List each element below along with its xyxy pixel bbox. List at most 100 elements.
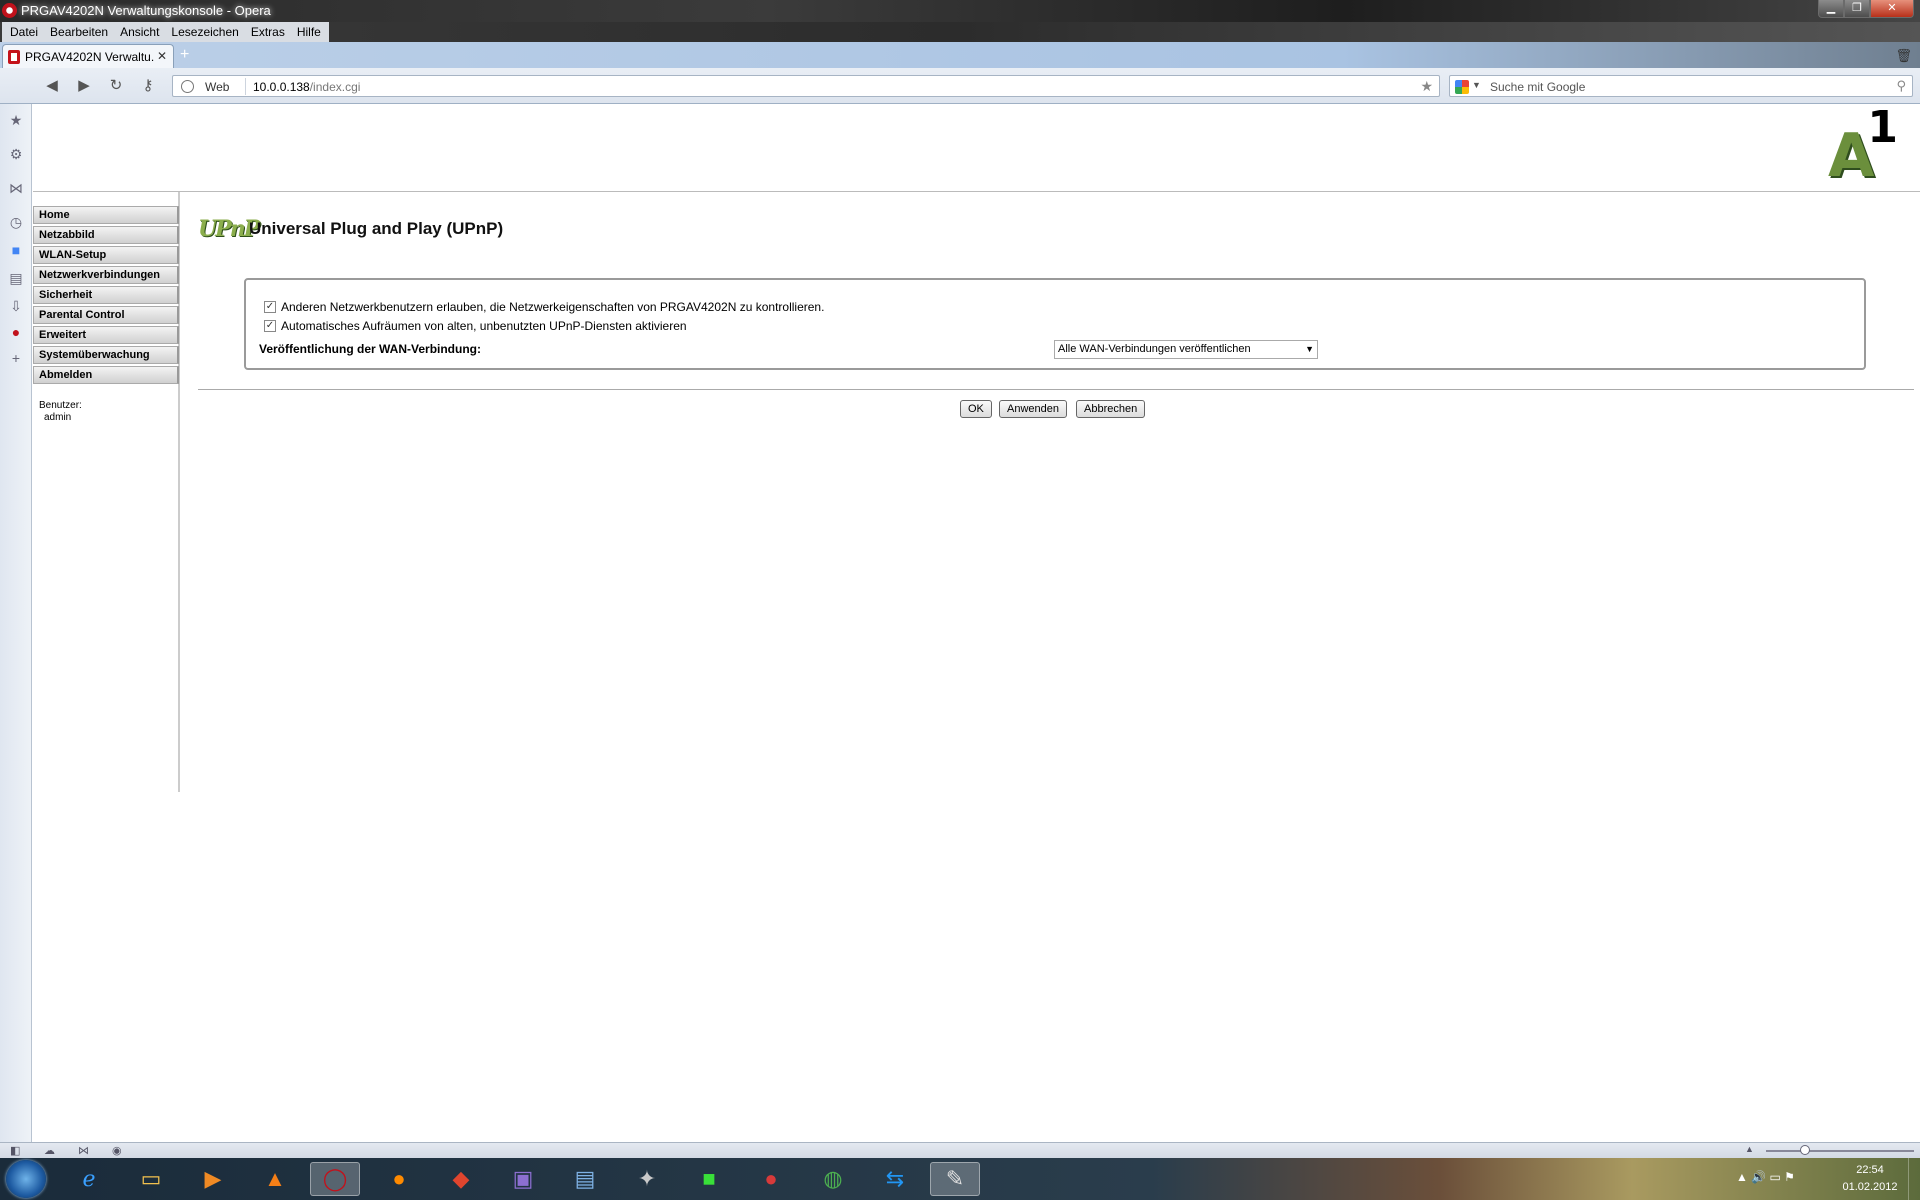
auto-cleanup-label: Automatisches Aufräumen von alten, unben… — [281, 319, 687, 333]
restore-button[interactable]: ❐ — [1844, 0, 1870, 18]
allow-control-checkbox[interactable]: ✓ — [264, 301, 276, 313]
tab-router-console[interactable]: PRGAV4202N Verwaltu... ✕ — [2, 44, 174, 68]
gear-icon[interactable]: ⚙ — [8, 146, 24, 162]
taskbar-vlc-icon[interactable]: ▲ — [250, 1162, 300, 1196]
window-titlebar: PRGAV4202N Verwaltungskonsole - Opera ▁ … — [0, 0, 1920, 22]
opera-logo-icon[interactable] — [2, 3, 17, 18]
nav-systemueberwachung[interactable]: Systemüberwachung — [33, 346, 179, 364]
taskbar-firefox-icon[interactable]: ● — [374, 1162, 424, 1196]
show-desktop-button[interactable] — [1908, 1158, 1920, 1200]
taskbar: ℯ ▭ ▶ ▲ ◯ ● ◆ ▣ ▤ ✦ ■ ● ◍ ⇆ ✎ ▲ 🔊 ▭ ⚑ 22… — [0, 1158, 1920, 1200]
navigation-bar: ◀ ▶ ↻ ⚷ Web 10.0.0.138/index.cgi ★ ▼ Suc… — [0, 68, 1920, 104]
side-panel: ★ ⚙ ⋈ ◷ ■ ▤ ⇩ ● + — [0, 104, 32, 1142]
taskbar-tools-icon[interactable]: ✦ — [622, 1162, 672, 1196]
user-name: admin — [44, 412, 72, 423]
option-allow-control[interactable]: ✓ Anderen Netzwerkbenutzern erlauben, di… — [264, 300, 824, 314]
taskbar-app5-icon[interactable]: ◍ — [808, 1162, 858, 1196]
trash-can-icon[interactable]: 🗑 — [1895, 48, 1912, 64]
address-bar[interactable]: Web 10.0.0.138/index.cgi ★ — [172, 75, 1440, 97]
auto-cleanup-checkbox[interactable]: ✓ — [264, 320, 276, 332]
nav-sicherheit[interactable]: Sicherheit — [33, 286, 179, 304]
forward-button[interactable]: ▶ — [74, 76, 94, 94]
reload-button[interactable]: ↻ — [106, 76, 126, 94]
url-host: 10.0.0.138 — [253, 80, 310, 94]
zoom-slider[interactable] — [1766, 1150, 1914, 1152]
notes-icon[interactable]: ▤ — [8, 270, 24, 286]
option-auto-cleanup[interactable]: ✓ Automatisches Aufräumen von alten, unb… — [264, 319, 687, 333]
nav-netzwerkverbindungen[interactable]: Netzwerkverbindungen — [33, 266, 179, 284]
nav-home[interactable]: Home — [33, 206, 179, 224]
turbo-icon[interactable]: ◉ — [112, 1144, 122, 1157]
cancel-button[interactable]: Abbrechen — [1076, 400, 1146, 418]
url-path: /index.cgi — [309, 80, 361, 94]
taskbar-paint-icon[interactable]: ✎ — [930, 1162, 980, 1196]
upnp-logo: UPnP — [198, 216, 260, 242]
wan-publication-select[interactable]: Alle WAN-Verbindungen veröffentlichen ▼ — [1054, 340, 1318, 359]
menu-datei[interactable]: Datei — [4, 22, 44, 42]
upnp-settings-panel: ✓ Anderen Netzwerkbenutzern erlauben, di… — [244, 278, 1866, 370]
new-tab-button[interactable]: + — [180, 47, 189, 63]
bookmark-star-icon[interactable]: ★ — [1420, 78, 1433, 95]
nav-parental-control[interactable]: Parental Control — [33, 306, 179, 324]
back-button[interactable]: ◀ — [42, 76, 62, 94]
nav-abmelden[interactable]: Abmelden — [33, 366, 179, 384]
menu-extras[interactable]: Extras — [245, 22, 291, 42]
chevron-down-icon[interactable]: ▼ — [1472, 80, 1481, 90]
bookmarks-star-icon[interactable]: ★ — [8, 112, 24, 128]
search-icon[interactable]: ⚲ — [1896, 78, 1906, 94]
minimize-button[interactable]: ▁ — [1818, 0, 1844, 18]
downloads-icon[interactable]: ⇩ — [8, 298, 24, 314]
ok-button[interactable]: OK — [960, 400, 992, 418]
google-icon[interactable] — [1455, 80, 1469, 94]
wan-publication-label: Veröffentlichung der WAN-Verbindung: — [259, 342, 481, 356]
taskbar-network-icon[interactable]: ▤ — [560, 1162, 610, 1196]
search-input[interactable]: ▼ Suche mit Google ⚲ — [1449, 75, 1913, 97]
taskbar-teamviewer-icon[interactable]: ⇆ — [870, 1162, 920, 1196]
chevron-down-icon: ▼ — [1305, 344, 1314, 354]
nav-netzabbild[interactable]: Netzabbild — [33, 226, 179, 244]
close-window-button[interactable]: ✕ — [1870, 0, 1914, 18]
zoom-arrow-icon[interactable]: ▲ — [1745, 1144, 1754, 1154]
allow-control-label: Anderen Netzwerkbenutzern erlauben, die … — [281, 300, 825, 314]
menu-bearbeiten[interactable]: Bearbeiten — [44, 22, 114, 42]
header-divider — [33, 191, 1920, 192]
taskbar-media-icon[interactable]: ▶ — [188, 1162, 238, 1196]
router-nav: Home Netzabbild WLAN-Setup Netzwerkverbi… — [33, 206, 179, 386]
address-separator — [245, 78, 246, 95]
panel-toggle-icon[interactable]: ◧ — [10, 1144, 20, 1157]
web-label: Web — [205, 80, 230, 94]
nav-wlan-setup[interactable]: WLAN-Setup — [33, 246, 179, 264]
unite-icon[interactable]: ⋈ — [78, 1144, 89, 1157]
menu-lesezeichen[interactable]: Lesezeichen — [165, 22, 244, 42]
taskbar-explorer-icon[interactable]: ▭ — [126, 1162, 176, 1196]
taskbar-clock[interactable]: 22:54 01.02.2012 — [1832, 1162, 1908, 1196]
clock-time: 22:54 — [1856, 1164, 1884, 1176]
google-panel-icon[interactable]: ■ — [8, 242, 24, 258]
taskbar-app3-icon[interactable]: ■ — [684, 1162, 734, 1196]
taskbar-ie-icon[interactable]: ℯ — [64, 1162, 114, 1196]
taskbar-app2-icon[interactable]: ▣ — [498, 1162, 548, 1196]
system-tray[interactable]: ▲ 🔊 ▭ ⚑ — [1736, 1170, 1795, 1184]
tab-bar: PRGAV4202N Verwaltu... ✕ + 🗑 — [0, 42, 1920, 68]
menu-ansicht[interactable]: Ansicht — [114, 22, 165, 42]
taskbar-app-icon[interactable]: ◆ — [436, 1162, 486, 1196]
cloud-icon[interactable]: ☁ — [44, 1144, 55, 1157]
globe-icon — [181, 80, 194, 93]
add-panel-icon[interactable]: + — [8, 350, 24, 366]
start-button[interactable] — [6, 1160, 46, 1198]
url-text[interactable]: 10.0.0.138/index.cgi — [253, 80, 360, 94]
menu-hilfe[interactable]: Hilfe — [291, 22, 327, 42]
apply-button[interactable]: Anwenden — [999, 400, 1067, 418]
window-controls: ▁ ❐ ✕ — [1818, 0, 1914, 18]
tab-close-icon[interactable]: ✕ — [157, 49, 167, 63]
opera-panel-icon[interactable]: ● — [8, 324, 24, 340]
taskbar-app4-icon[interactable]: ● — [746, 1162, 796, 1196]
key-icon[interactable]: ⚷ — [138, 76, 158, 94]
wan-publication-value: Alle WAN-Verbindungen veröffentlichen — [1058, 343, 1251, 355]
user-label: Benutzer: — [39, 400, 82, 411]
clock-icon[interactable]: ◷ — [8, 214, 24, 230]
zoom-slider-handle[interactable] — [1800, 1145, 1810, 1155]
share-icon[interactable]: ⋈ — [8, 180, 24, 196]
nav-erweitert[interactable]: Erweitert — [33, 326, 179, 344]
taskbar-opera-icon[interactable]: ◯ — [310, 1162, 360, 1196]
